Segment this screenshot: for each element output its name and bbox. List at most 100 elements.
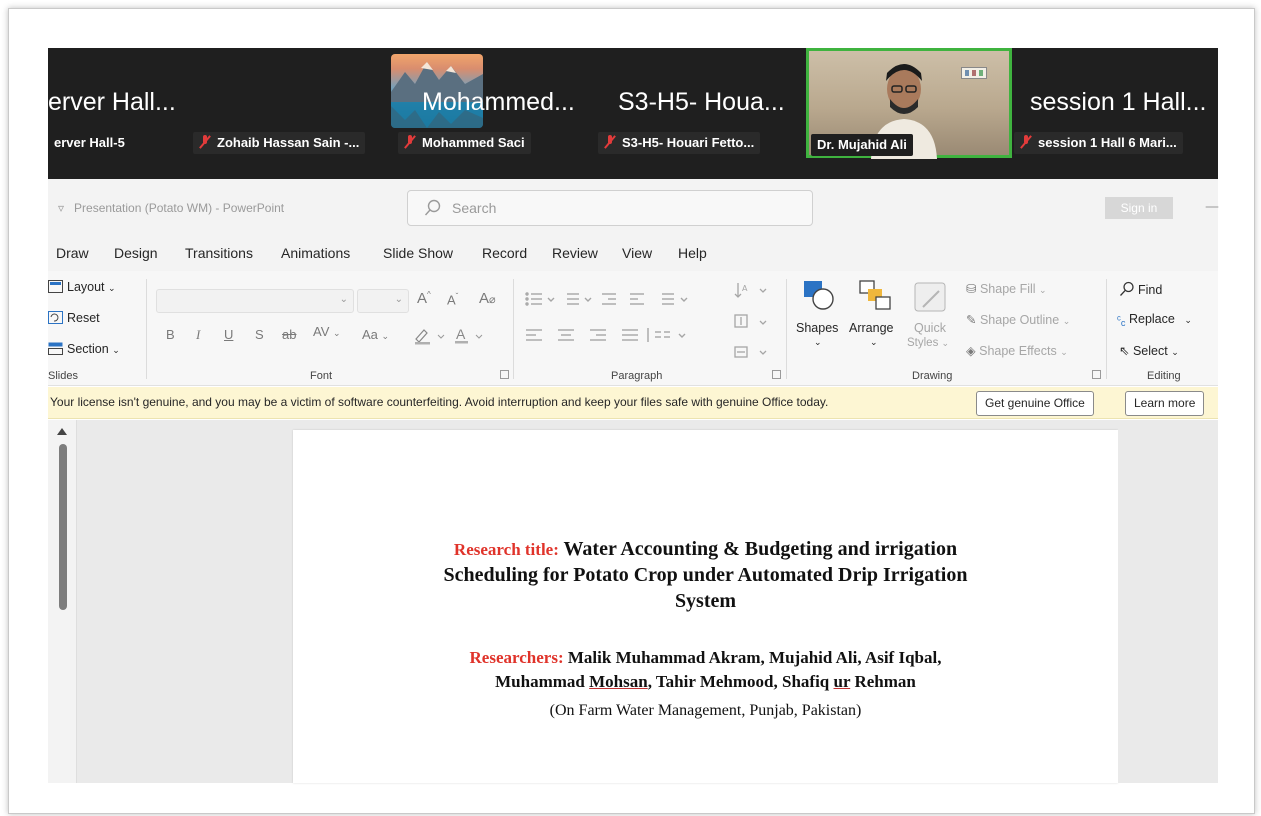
- select-button[interactable]: ⇖ Select ⌄: [1119, 343, 1179, 358]
- italic-button[interactable]: I: [196, 327, 200, 343]
- tab-view[interactable]: View: [622, 245, 652, 261]
- search-icon: [1120, 281, 1134, 296]
- font-color-icon[interactable]: A: [454, 326, 490, 345]
- quick-styles-icon[interactable]: [913, 281, 951, 315]
- license-warning-text: Your license isn't genuine, and you may …: [50, 395, 829, 409]
- group-label-editing: Editing: [1147, 370, 1181, 382]
- search-input[interactable]: [452, 197, 792, 219]
- participant-tile[interactable]: session 1 Hall... session 1 Hall 6 Mari.…: [1014, 48, 1218, 179]
- researchers-text: Rehman: [850, 672, 916, 691]
- find-button[interactable]: Find: [1119, 281, 1162, 297]
- layout-button[interactable]: Layout ⌄: [48, 280, 116, 294]
- get-genuine-office-button[interactable]: Get genuine Office: [976, 391, 1094, 416]
- workspace-right-margin: [1118, 420, 1218, 783]
- search-box[interactable]: [407, 190, 813, 226]
- layout-label: Layout: [67, 280, 105, 294]
- spellcheck-underlined-word: ur: [833, 672, 851, 691]
- highlight-color-icon[interactable]: [414, 327, 450, 345]
- replace-button[interactable]: ᶜc Replace ⌄: [1117, 312, 1192, 328]
- arrange-label: Arrange: [849, 321, 894, 335]
- researchers-line: Researchers: Malik Muhammad Akram, Mujah…: [293, 648, 1118, 668]
- active-speaker-video[interactable]: Dr. Mujahid Ali: [806, 48, 1012, 159]
- paint-bucket-icon: ⛁: [966, 282, 977, 296]
- slide-thumbnail-pane: [48, 420, 77, 783]
- participant-label: Zohaib Hassan Sain -...: [193, 132, 366, 154]
- tab-animations[interactable]: Animations: [281, 245, 350, 261]
- font-dialog-launcher-icon[interactable]: [500, 370, 509, 379]
- slide-title-line: Research title: Water Accounting & Budge…: [293, 538, 1118, 561]
- reset-button[interactable]: Reset: [48, 311, 100, 325]
- participant-tile[interactable]: Mohammed... Mohammed Saci: [398, 48, 598, 179]
- paragraph-dialog-launcher-icon[interactable]: [772, 370, 781, 379]
- chevron-down-icon: ⌄: [339, 294, 348, 305]
- clear-formatting-icon[interactable]: A⌀: [479, 290, 496, 307]
- shapes-icon[interactable]: [803, 279, 839, 311]
- shape-effects-button[interactable]: ◈ Shape Effects ⌄: [966, 343, 1068, 358]
- change-case-button[interactable]: Aa ⌄: [362, 327, 389, 342]
- shape-outline-button[interactable]: ✎ Shape Outline ⌄: [966, 312, 1070, 327]
- minimize-button[interactable]: —: [1205, 199, 1219, 215]
- chevron-down-icon[interactable]: ⌄: [814, 337, 822, 348]
- shapes-button[interactable]: Shapes: [796, 321, 838, 335]
- tab-review[interactable]: Review: [552, 245, 598, 261]
- underline-button[interactable]: U: [224, 327, 233, 342]
- chevron-down-icon[interactable]: ⌄: [870, 337, 878, 348]
- quick-styles-label: Styles: [907, 337, 939, 349]
- decrease-font-icon[interactable]: Aˇ: [447, 292, 458, 307]
- participant-name-large: S3-H5- Houa...: [618, 88, 785, 116]
- strikethrough-button[interactable]: ab: [282, 327, 296, 342]
- text-direction-icons[interactable]: A: [732, 281, 772, 371]
- scrollbar-thumb[interactable]: [59, 444, 67, 610]
- tab-record[interactable]: Record: [482, 245, 527, 261]
- shape-effects-label: Shape Effects: [979, 344, 1057, 358]
- effects-icon: ◈: [966, 344, 976, 358]
- chevron-down-icon: ⌄: [1062, 316, 1071, 326]
- quick-access-chevron-icon[interactable]: ▿: [58, 201, 64, 215]
- font-name-combo[interactable]: ⌄: [156, 289, 354, 313]
- participant-tile[interactable]: S3-H5- Houa... S3-H5- Houari Fetto...: [598, 48, 803, 179]
- slide-title-line: System: [674, 590, 737, 612]
- ribbon-tabs: Draw Design Transitions Animations Slide…: [48, 237, 1218, 271]
- chevron-down-icon: ⌄: [112, 345, 120, 355]
- participant-label: session 1 Hall 6 Mari...: [1014, 132, 1183, 154]
- search-icon: [424, 199, 441, 216]
- character-spacing-label: AV: [313, 324, 330, 339]
- arrange-icon[interactable]: [858, 279, 894, 313]
- shadow-button[interactable]: S: [255, 327, 264, 342]
- quick-styles-button[interactable]: Styles ⌄: [907, 337, 949, 349]
- section-button[interactable]: Section ⌄: [48, 342, 120, 356]
- quick-styles-label: Quick: [914, 321, 946, 335]
- scroll-up-arrow-icon[interactable]: [57, 428, 67, 435]
- sign-in-button[interactable]: Sign in: [1105, 197, 1173, 219]
- drawing-dialog-launcher-icon[interactable]: [1092, 370, 1101, 379]
- character-spacing-button[interactable]: AV ⌄: [313, 324, 341, 339]
- svg-text:A: A: [742, 284, 748, 293]
- participant-label-text: Zohaib Hassan Sain -...: [217, 135, 360, 150]
- divider: [786, 279, 787, 379]
- tab-draw[interactable]: Draw: [56, 245, 89, 261]
- researchers-text: Malik Muhammad Akram, Mujahid Ali, Asif …: [567, 648, 942, 667]
- chevron-down-icon: ⌄: [108, 283, 116, 293]
- participant-tile[interactable]: Zohaib Hassan Sain -...: [193, 48, 483, 179]
- increase-font-icon[interactable]: A^: [417, 290, 431, 307]
- bold-button[interactable]: B: [166, 327, 175, 342]
- participant-label: erver Hall-5: [48, 132, 131, 154]
- shape-fill-button[interactable]: ⛁ Shape Fill ⌄: [966, 281, 1047, 296]
- learn-more-button[interactable]: Learn more: [1125, 391, 1205, 416]
- slide-canvas[interactable]: Research title: Water Accounting & Budge…: [293, 430, 1118, 783]
- arrange-button[interactable]: Arrange: [849, 321, 893, 335]
- font-size-combo[interactable]: ⌄: [357, 289, 409, 313]
- research-title-text: Water Accounting & Budgeting and irrigat…: [563, 538, 958, 560]
- muted-mic-icon: [404, 135, 416, 149]
- muted-mic-icon: [1020, 135, 1032, 149]
- tab-design[interactable]: Design: [114, 245, 158, 261]
- researchers-text: , Tahir Mehmood, Shafiq: [647, 672, 834, 691]
- participant-tile[interactable]: erver Hall... erver Hall-5: [48, 48, 198, 179]
- researchers-label: Researchers:: [469, 648, 564, 667]
- window-title-text: Presentation (Potato WM) - PowerPoint: [74, 201, 285, 215]
- cursor-arrow-icon: ⇖: [1119, 344, 1130, 358]
- tab-slide-show[interactable]: Slide Show: [383, 245, 453, 261]
- tab-help[interactable]: Help: [678, 245, 707, 261]
- tab-transitions[interactable]: Transitions: [185, 245, 253, 261]
- affiliation-text: (On Farm Water Management, Punjab, Pakis…: [549, 702, 862, 719]
